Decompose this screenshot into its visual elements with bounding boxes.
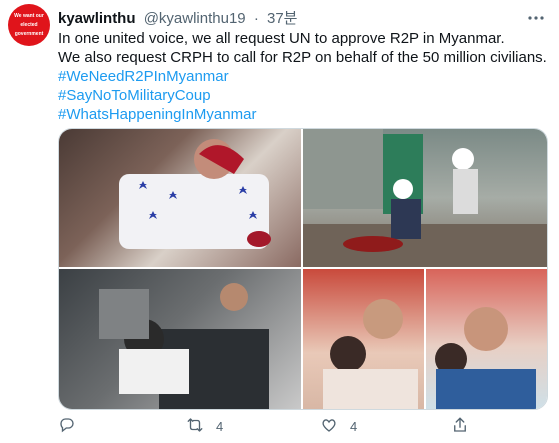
display-name[interactable]: kyawlinthu <box>58 10 136 27</box>
like-button[interactable]: 4 <box>320 416 357 437</box>
photo-3[interactable] <box>59 269 301 409</box>
tweet-text: In one united voice, we all request UN t… <box>58 29 548 124</box>
tweet-time[interactable]: 37분 <box>267 10 298 27</box>
share-icon <box>451 416 469 437</box>
avatar-text-line1: We want our <box>14 12 44 19</box>
retweet-icon <box>186 416 204 437</box>
more-options-icon[interactable] <box>527 8 545 25</box>
reply-icon <box>58 416 76 437</box>
hashtag-link[interactable]: #WhatsHappeningInMyanmar <box>58 105 548 124</box>
media-grid <box>58 128 548 410</box>
tweet-header: kyawlinthu @kyawlinthu19 · 37분 <box>58 7 297 28</box>
photo-5[interactable] <box>426 269 547 409</box>
photo-2[interactable] <box>303 129 547 267</box>
share-button[interactable] <box>451 416 469 437</box>
reply-button[interactable] <box>58 416 76 437</box>
avatar-text-line2: elected government <box>14 21 44 37</box>
hashtag-link[interactable]: #WeNeedR2PInMyanmar <box>58 67 548 86</box>
like-count: 4 <box>350 419 358 434</box>
retweet-button[interactable]: 4 <box>186 416 223 437</box>
heart-icon <box>320 416 338 437</box>
photo-4[interactable] <box>303 269 424 409</box>
tweet-line: We also request CRPH to call for R2P on … <box>58 49 547 66</box>
retweet-count: 4 <box>216 419 224 434</box>
tweet-actions: 4 4 <box>58 416 528 438</box>
user-handle[interactable]: @kyawlinthu19 <box>144 10 246 27</box>
photo-1[interactable] <box>59 129 301 267</box>
tweet-line: In one united voice, we all request UN t… <box>58 30 505 47</box>
avatar[interactable]: We want our elected government <box>8 4 50 46</box>
hashtag-link[interactable]: #SayNoToMilitaryCoup <box>58 86 548 105</box>
separator: · <box>253 10 259 27</box>
